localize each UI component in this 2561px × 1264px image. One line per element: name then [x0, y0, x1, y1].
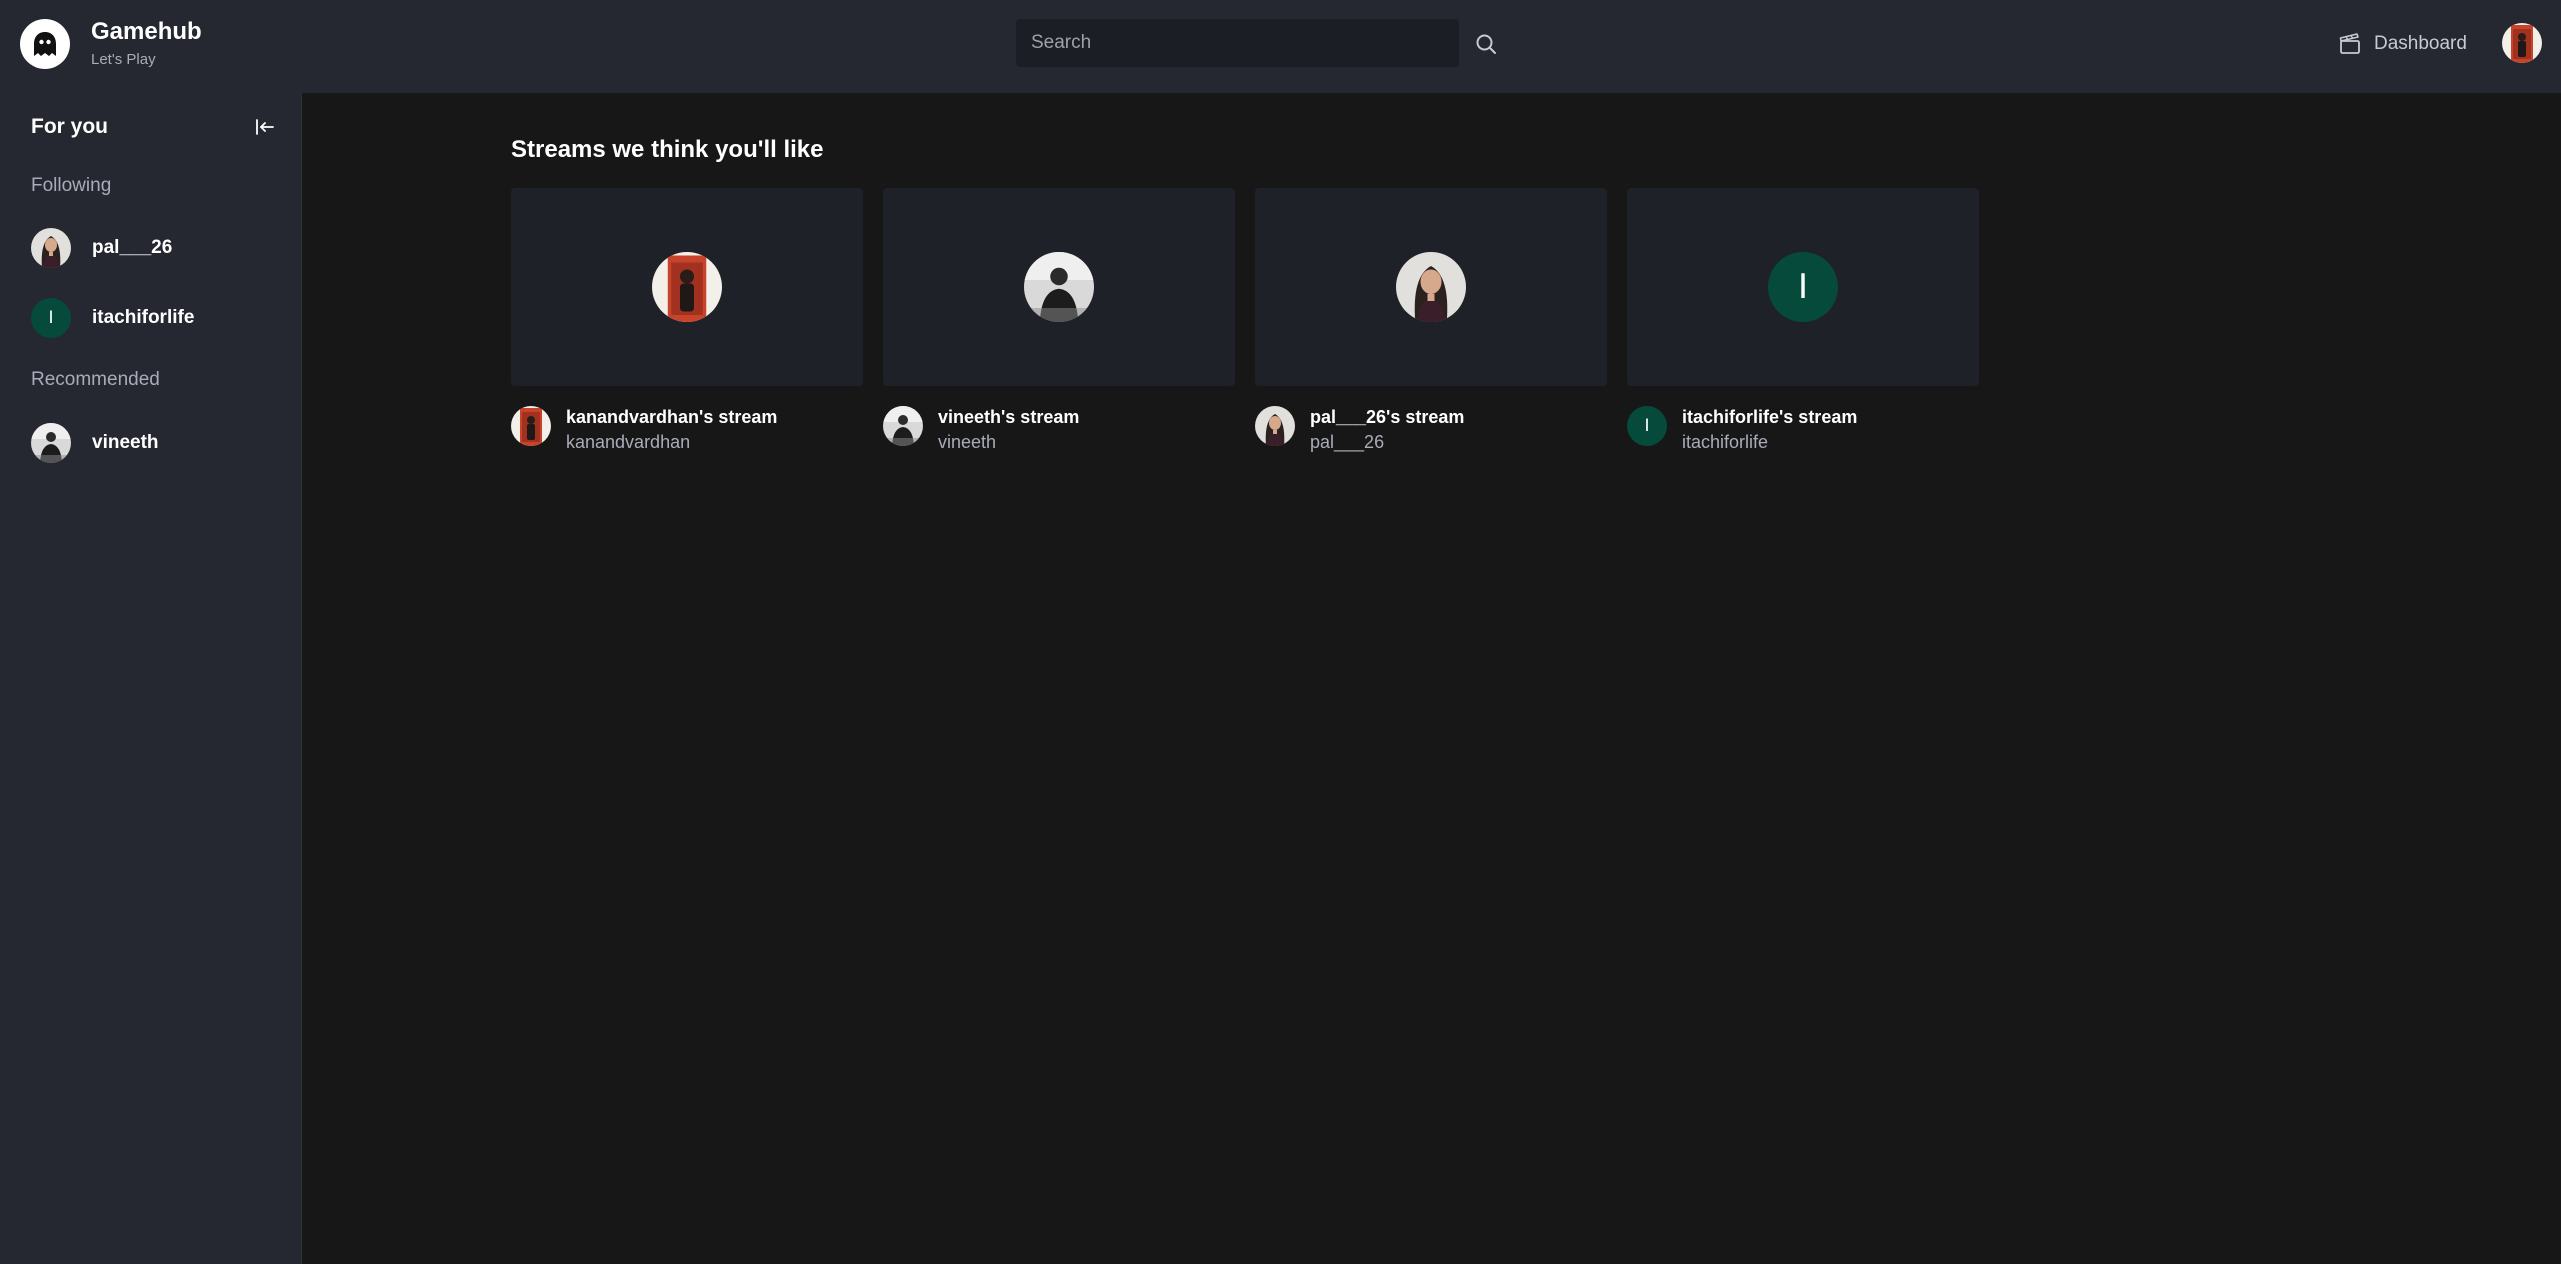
dashboard-label: Dashboard — [2374, 33, 2467, 54]
avatar-letter: I — [31, 298, 71, 338]
top-navbar: Gamehub Let's Play Dashboard — [0, 0, 2561, 93]
sidebar-item-label: vineeth — [92, 432, 159, 453]
sidebar-item-vineeth[interactable]: vineeth — [31, 423, 159, 463]
stream-thumbnail[interactable] — [883, 188, 1235, 386]
stream-thumbnail[interactable] — [511, 188, 863, 386]
stream-meta: pal___26's stream pal___26 — [1255, 406, 1607, 453]
stream-card[interactable]: I I itachiforlife's stream itachiforlife — [1627, 188, 1979, 453]
stream-card[interactable]: vineeth's stream vineeth — [883, 188, 1235, 453]
search-icon — [1476, 34, 1496, 54]
sidebar-following-label: Following — [31, 175, 112, 196]
stream-title: vineeth's stream — [938, 407, 1080, 427]
stream-username: itachiforlife — [1682, 432, 1769, 452]
arrow-left-to-line-icon — [256, 119, 274, 135]
sidebar-item-label: pal___26 — [92, 237, 173, 258]
ghost-logo-icon — [20, 19, 70, 69]
stream-username: vineeth — [938, 432, 997, 452]
stream-title: kanandvardhan's stream — [566, 407, 778, 427]
clapperboard-icon — [2339, 33, 2360, 54]
dashboard-button[interactable]: Dashboard — [2338, 30, 2467, 58]
avatar-letter: I — [1627, 406, 1667, 446]
avatar — [31, 423, 71, 463]
sidebar-item-itachiforlife[interactable]: I itachiforlife — [31, 298, 194, 338]
avatar — [31, 228, 71, 268]
avatar — [1396, 252, 1466, 322]
sidebar-item-pal-26[interactable]: pal___26 — [31, 228, 172, 268]
stream-title: itachiforlife's stream — [1682, 407, 1858, 427]
sidebar-recommended-label: Recommended — [31, 369, 160, 390]
brand-title: Gamehub — [91, 18, 202, 45]
stream-card[interactable]: pal___26's stream pal___26 — [1255, 188, 1607, 453]
stream-username: kanandvardhan — [566, 432, 691, 452]
search-input[interactable] — [1031, 32, 1459, 54]
page-title: Streams we think you'll like — [511, 136, 824, 163]
sidebar-collapse-button[interactable] — [254, 116, 276, 138]
user-avatar[interactable] — [2502, 23, 2542, 63]
search-box — [1016, 19, 1459, 67]
search-button[interactable] — [1472, 30, 1500, 58]
avatar[interactable]: I — [1627, 406, 1667, 446]
stream-thumbnail[interactable] — [1255, 188, 1607, 386]
sidebar: For you Following pal___26 I itachiforli… — [0, 93, 302, 1264]
avatar — [652, 252, 722, 322]
sidebar-item-label: itachiforlife — [92, 307, 195, 328]
stream-meta: vineeth's stream vineeth — [883, 406, 1235, 453]
avatar[interactable] — [511, 406, 551, 446]
stream-card[interactable]: kanandvardhan's stream kanandvardhan — [511, 188, 863, 453]
stream-title: pal___26's stream — [1310, 407, 1465, 427]
avatar-letter: I — [1768, 252, 1838, 322]
avatar: I — [1768, 252, 1838, 322]
stream-username: pal___26 — [1310, 432, 1385, 452]
avatar[interactable] — [1255, 406, 1295, 446]
stream-thumbnail[interactable]: I — [1627, 188, 1979, 386]
avatar — [1024, 252, 1094, 322]
sidebar-title: For you — [31, 115, 108, 138]
avatar[interactable] — [883, 406, 923, 446]
stream-meta: kanandvardhan's stream kanandvardhan — [511, 406, 863, 453]
brand-subtitle: Let's Play — [91, 51, 156, 68]
brand-text: Gamehub Let's Play — [91, 18, 202, 70]
brand-home-link[interactable]: Gamehub Let's Play — [20, 18, 202, 70]
avatar: I — [31, 298, 71, 338]
stream-meta: I itachiforlife's stream itachiforlife — [1627, 406, 1979, 453]
